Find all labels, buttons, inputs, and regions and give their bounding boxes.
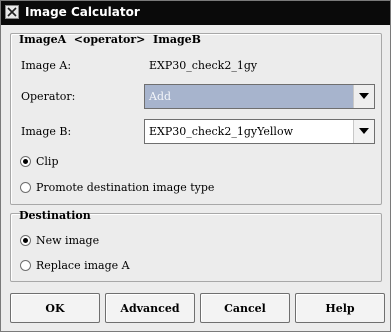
operator-dropdown[interactable]: Add [144,84,375,109]
new-image-radio[interactable] [20,235,31,246]
clip-label: Clip [36,155,59,168]
window-title: Image Calculator [25,5,140,19]
operator-label: Operator: [21,90,76,103]
image-a-label: Image A: [21,59,72,72]
replace-image-label: Replace image A [36,259,130,272]
cancel-button[interactable]: Cancel [200,293,290,323]
operator-selected-value: Add [149,90,172,103]
help-button[interactable]: Help [295,293,385,323]
expression-group-title: ImageA <operator> ImageB [19,33,201,46]
title-bar[interactable]: Image Calculator [1,1,390,25]
ok-button[interactable]: OK [10,293,100,323]
image-b-selected-value: EXP30_check2_1gyYellow [149,125,293,138]
promote-label: Promote destination image type [36,181,215,194]
chevron-down-icon [359,128,369,134]
new-image-label: New image [36,234,100,247]
promote-radio[interactable] [20,182,31,193]
close-x-icon[interactable] [5,5,19,19]
chevron-down-icon [359,93,369,99]
destination-group-title: Destination [19,209,91,222]
image-a-value: EXP30_check2_1gy [149,59,258,72]
image-b-dropdown-button[interactable] [353,120,374,143]
image-b-label: Image B: [21,125,72,138]
operator-dropdown-button[interactable] [353,85,374,108]
clip-radio[interactable] [20,156,31,167]
image-b-dropdown[interactable]: EXP30_check2_1gyYellow [144,119,375,144]
advanced-button[interactable]: Advanced [105,293,195,323]
image-calculator-dialog: Image Calculator ImageA <operator> Image… [0,0,391,332]
replace-image-radio[interactable] [20,260,31,271]
